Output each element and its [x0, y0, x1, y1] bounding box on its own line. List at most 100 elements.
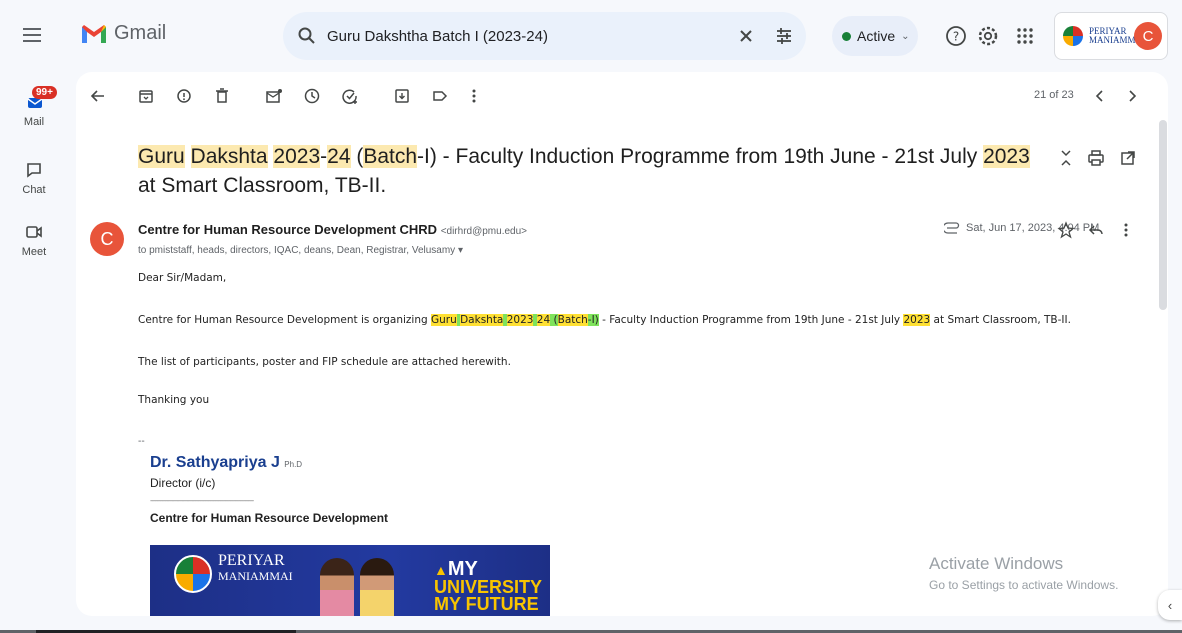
graduation-cap-icon: ▲: [434, 562, 448, 578]
message-date: Sat, Jun 17, 2023, 4:04 PM: [966, 222, 1100, 234]
unread-badge: 99+: [32, 86, 57, 99]
sender-name[interactable]: Centre for Human Resource Development CH…: [138, 222, 527, 237]
clear-search-icon[interactable]: [735, 25, 757, 47]
subject-highlight: 24: [327, 145, 351, 168]
main-menu-icon[interactable]: [20, 24, 44, 48]
delete-trash-icon[interactable]: [212, 86, 232, 106]
search-input[interactable]: [327, 24, 727, 48]
archive-icon[interactable]: [136, 86, 156, 106]
recipients-dropdown-icon[interactable]: ▾: [458, 245, 463, 256]
status-selector[interactable]: Active ⌄: [832, 16, 918, 56]
newer-chevron-left-icon[interactable]: [1090, 86, 1110, 106]
signature-degree: Ph.D: [284, 460, 303, 469]
subject-highlight: 2023: [983, 145, 1030, 168]
rail-item-chat[interactable]: Chat: [0, 160, 68, 196]
search-icon[interactable]: [297, 26, 317, 46]
sender-email: <dirhrd@pmu.edu>: [440, 226, 528, 237]
left-rail: 99+ Mail Chat Meet: [0, 72, 68, 633]
body-highlight: Guru: [430, 314, 457, 326]
attachment-icon: [944, 222, 960, 234]
banner-name-line2: MANIAMMAI: [218, 569, 293, 583]
watermark-line2: Go to Settings to activate Windows.: [929, 578, 1119, 592]
rail-item-mail[interactable]: 99+ Mail: [0, 86, 68, 128]
move-to-icon[interactable]: [392, 86, 412, 106]
signature-block: Dr. Sathyapriya J Ph.D Director (i/c) --…: [150, 454, 388, 525]
body-highlight: 24: [536, 314, 551, 326]
body-highlight: 2023: [506, 314, 534, 326]
star-icon[interactable]: [1056, 220, 1076, 240]
message-view: 21 of 23 Guru Dakshta 2023-24 (Batch-I) …: [76, 72, 1168, 616]
recipients-text: to pmiststaff, heads, directors, IQAC, d…: [138, 245, 456, 256]
body-highlight: -I): [587, 314, 599, 326]
body-highlight: (: [550, 314, 558, 326]
signature-title: Director (i/c): [150, 476, 216, 490]
signature-separator: --: [138, 436, 145, 447]
banner-tagline: ▲MY UNIVERSITY MY FUTURE: [434, 559, 542, 614]
open-new-window-icon[interactable]: [1118, 148, 1138, 168]
label-tag-icon[interactable]: [430, 86, 450, 106]
search-options-icon[interactable]: [773, 25, 795, 47]
status-label: Active: [857, 28, 896, 44]
sender-display-name: Centre for Human Resource Development CH…: [138, 222, 438, 237]
body-paragraph-1: Centre for Human Resource Development is…: [138, 314, 1071, 326]
rail-item-meet[interactable]: Meet: [0, 222, 68, 258]
message-toolbar: 21 of 23: [76, 72, 1168, 120]
meet-video-icon: [26, 226, 42, 238]
banner-students-photo: [320, 551, 400, 616]
signature-rule: ----------------------------------------…: [150, 496, 254, 505]
subject-highlight: 2023: [273, 145, 321, 168]
banner-tag-line3: MY FUTURE: [434, 594, 539, 614]
vertical-scrollbar[interactable]: [1156, 120, 1168, 616]
body-highlight: Batch: [557, 314, 588, 326]
banner-name-line1: PERIYAR: [218, 552, 285, 569]
back-arrow-icon[interactable]: [88, 86, 108, 106]
mark-unread-icon[interactable]: [264, 86, 284, 106]
account-avatar[interactable]: C: [1134, 22, 1162, 50]
body-highlight: Dakshta: [460, 314, 504, 326]
scrollbar-thumb[interactable]: [1159, 120, 1167, 310]
settings-gear-icon[interactable]: [976, 24, 1000, 48]
status-dot-icon: [842, 31, 851, 41]
message-date-area: Sat, Jun 17, 2023, 4:04 PM: [944, 222, 1099, 234]
rail-label-meet: Meet: [21, 246, 47, 258]
top-bar: Gmail Active ⌄: [0, 0, 1182, 72]
banner-university-name: PERIYAR MANIAMMAI: [218, 553, 293, 584]
older-chevron-right-icon[interactable]: [1122, 86, 1142, 106]
add-to-tasks-icon[interactable]: [340, 86, 360, 106]
university-banner-image[interactable]: PERIYAR MANIAMMAI ▲MY UNIVERSITY MY FUTU…: [150, 545, 550, 616]
message-more-icon[interactable]: [1116, 220, 1136, 240]
body-paragraph-2: The list of participants, poster and FIP…: [138, 356, 511, 368]
subject-highlight: Guru: [138, 145, 185, 168]
rail-label-mail: Mail: [23, 116, 45, 128]
reply-icon[interactable]: [1086, 220, 1106, 240]
subject-highlight: Dakshta: [190, 145, 268, 168]
subject-text: at Smart Classroom, TB-II.: [138, 174, 387, 197]
org-logo-icon: [1063, 26, 1083, 46]
gmail-m-icon: [82, 24, 106, 43]
print-icon[interactable]: [1086, 148, 1106, 168]
collapse-all-icon[interactable]: [1056, 148, 1076, 168]
snooze-clock-icon[interactable]: [302, 86, 322, 106]
side-panel-toggle-chevron-icon[interactable]: ‹: [1158, 590, 1182, 620]
gmail-logo[interactable]: Gmail: [80, 22, 166, 45]
org-name: PERIYAR MANIAMMAI: [1089, 27, 1145, 45]
windows-activation-watermark: Activate Windows Go to Settings to activ…: [929, 554, 1118, 592]
signature-name-text: Dr. Sathyapriya J: [150, 454, 280, 471]
more-options-icon[interactable]: [464, 86, 484, 106]
para1-middle: - Faculty Induction Programme from 19th …: [598, 314, 904, 326]
para1-year: 2023: [903, 314, 931, 326]
apps-grid-icon[interactable]: [1013, 24, 1037, 48]
chevron-down-icon: ⌄: [901, 30, 910, 42]
recipients-line[interactable]: to pmiststaff, heads, directors, IQAC, d…: [138, 245, 463, 256]
report-spam-icon[interactable]: [174, 86, 194, 106]
greeting: Dear Sir/Madam,: [138, 272, 227, 284]
message-subject: Guru Dakshta 2023-24 (Batch-I) - Faculty…: [138, 142, 1038, 200]
help-icon[interactable]: ?: [944, 24, 968, 48]
sender-avatar[interactable]: C: [90, 222, 124, 256]
closing: Thanking you: [138, 394, 210, 406]
university-crest-icon: [174, 555, 212, 593]
search-bar[interactable]: [283, 12, 806, 60]
chat-icon: [27, 163, 41, 178]
subject-highlight: Batch: [363, 145, 418, 168]
pager-count: 21 of 23: [1034, 89, 1074, 101]
